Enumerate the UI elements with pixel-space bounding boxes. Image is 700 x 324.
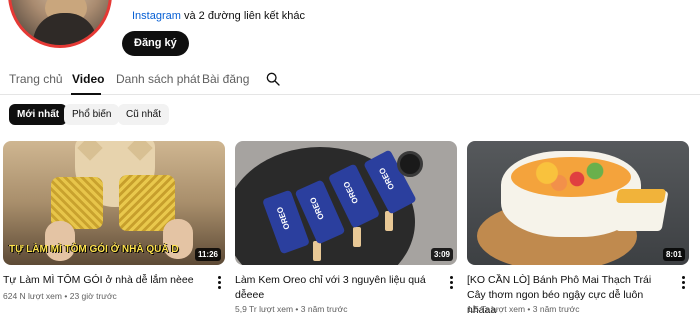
- video-duration: 3:09: [430, 248, 453, 261]
- tab-posts[interactable]: Bài đăng: [202, 72, 249, 86]
- chip-oldest[interactable]: Cũ nhất: [118, 104, 170, 125]
- more-actions-icon[interactable]: [215, 275, 223, 289]
- video-card[interactable]: TỰ LÀM MÌ TÔM GÓI Ở NHÀ QUÁ D 11:26 Tự L…: [3, 141, 225, 324]
- popsicle-stick: [353, 227, 361, 247]
- video-title[interactable]: Làm Kem Oreo chỉ với 3 nguyên liệu quá d…: [235, 273, 440, 303]
- meta-separator: •: [295, 304, 299, 314]
- other-links-text[interactable]: và 2 đường liên kết khác: [184, 10, 305, 22]
- thumbnail-caption: TỰ LÀM MÌ TÔM GÓI Ở NHÀ QUÁ D: [9, 244, 179, 255]
- tab-home[interactable]: Trang chủ: [9, 72, 63, 86]
- upload-age: 23 giờ trước: [69, 291, 117, 301]
- instagram-link[interactable]: Instagram: [132, 10, 181, 22]
- video-card[interactable]: OREO OREO OREO OREO 3:09 Làm Kem Oreo ch…: [235, 141, 457, 324]
- chip-newest[interactable]: Mới nhất: [9, 104, 68, 125]
- cake-slice-jelly: [615, 189, 667, 203]
- upload-age: 3 năm trước: [300, 304, 348, 314]
- video-duration: 11:26: [194, 248, 221, 261]
- meta-separator: •: [527, 304, 531, 314]
- more-actions-icon[interactable]: [447, 275, 455, 289]
- video-meta: 5,9 Tr lượt xem • 3 năm trước: [235, 304, 347, 314]
- popsicle-stick: [313, 241, 321, 261]
- popsicle-stick: [385, 211, 393, 231]
- channel-links: Instagram và 2 đường liên kết khác: [132, 10, 305, 22]
- meta-separator: •: [64, 291, 68, 301]
- oreo-cookie: [397, 151, 423, 177]
- search-icon[interactable]: [265, 71, 281, 87]
- channel-avatar[interactable]: [8, 0, 112, 48]
- tab-videos[interactable]: Video: [72, 72, 104, 86]
- active-tab-indicator: [71, 93, 101, 95]
- chip-popular[interactable]: Phổ biến: [64, 104, 120, 125]
- tab-playlists[interactable]: Danh sách phát: [116, 72, 200, 86]
- avatar-clothing: [33, 13, 97, 45]
- channel-tabs: Trang chủ Video Danh sách phát Bài đăng: [0, 64, 700, 95]
- video-meta: 624 N lượt xem • 23 giờ trước: [3, 291, 117, 301]
- video-meta: 1,5 Tr lượt xem • 3 năm trước: [467, 304, 579, 314]
- video-thumbnail[interactable]: 8:01: [467, 141, 689, 265]
- video-card[interactable]: 8:01 [KO CẦN LÒ] Bánh Phô Mai Thạch Trái…: [467, 141, 689, 324]
- video-title[interactable]: Tự Làm MÌ TÔM GÓI ở nhà dễ lắm nèee: [3, 273, 208, 288]
- video-thumbnail[interactable]: TỰ LÀM MÌ TÔM GÓI Ở NHÀ QUÁ D 11:26: [3, 141, 225, 265]
- video-thumbnail[interactable]: OREO OREO OREO OREO 3:09: [235, 141, 457, 265]
- fruit-jelly-top: [511, 157, 631, 197]
- more-actions-icon[interactable]: [679, 275, 687, 289]
- view-count: 1,5 Tr lượt xem: [467, 304, 526, 314]
- upload-age: 3 năm trước: [532, 304, 580, 314]
- subscribe-button[interactable]: Đăng ký: [122, 31, 189, 56]
- video-duration: 8:01: [662, 248, 685, 261]
- view-count: 5,9 Tr lượt xem: [235, 304, 294, 314]
- view-count: 624 N lượt xem: [3, 291, 62, 301]
- hand-left: [45, 221, 75, 261]
